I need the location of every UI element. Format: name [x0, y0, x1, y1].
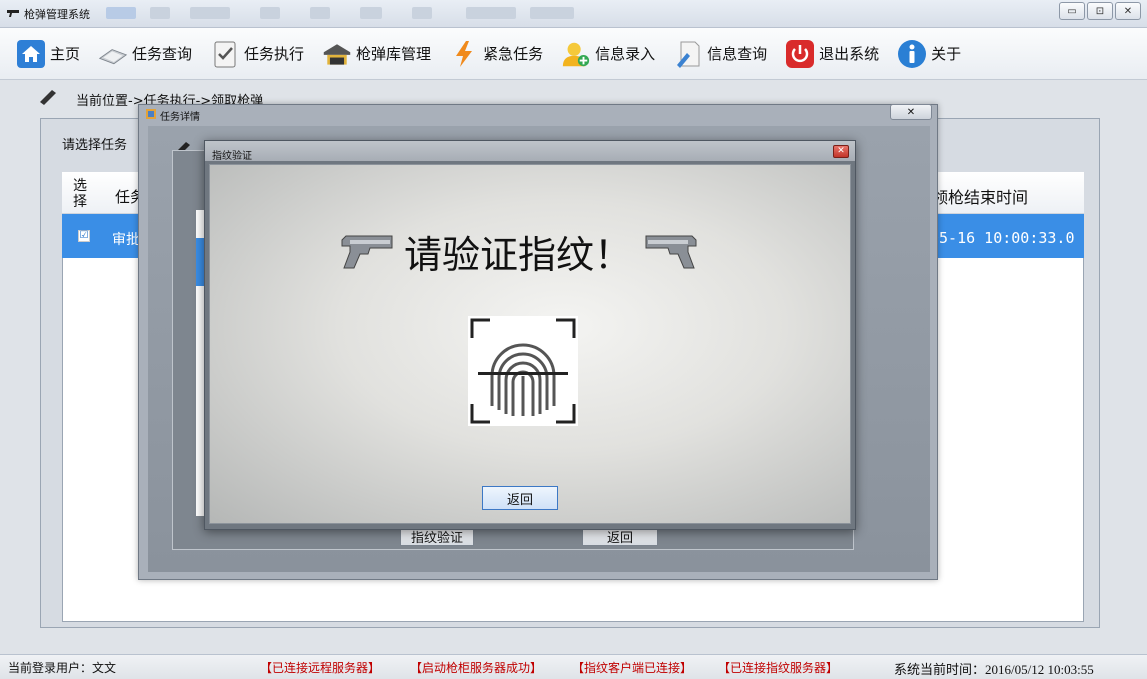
fingerprint-dialog-title: 指纹验证 — [212, 151, 252, 162]
blurred-tab — [150, 7, 170, 19]
status-remote-server: 【已连接远程服务器】 — [260, 661, 381, 675]
toolbar-armory[interactable]: 枪弹库管理 — [322, 39, 431, 69]
row-task-cell: 审批 — [112, 232, 140, 248]
close-window-button[interactable]: ✕ — [1115, 2, 1141, 20]
column-header-end-time[interactable]: 领枪结束时间 — [932, 184, 1028, 208]
pistol-icon — [330, 232, 394, 276]
gun-icon — [38, 88, 58, 110]
toolbar-label: 退出系统 — [819, 45, 880, 63]
toolbar-info-query[interactable]: 信息查询 — [673, 39, 767, 69]
gun-logo-icon — [6, 8, 20, 21]
toolbar-label: 紧急任务 — [483, 45, 544, 63]
fingerprint-back-button[interactable]: 返回 — [482, 486, 558, 510]
blurred-tab — [106, 7, 136, 19]
toolbar-about[interactable]: 关于 — [897, 39, 961, 69]
task-detail-title: 任务详情 — [160, 112, 200, 123]
info-icon — [897, 39, 927, 69]
toolbar-task-execute[interactable]: 任务执行 — [210, 39, 304, 69]
toolbar-label: 关于 — [931, 45, 962, 63]
dialog-icon — [146, 109, 156, 122]
blurred-tab — [466, 7, 516, 19]
document-search-icon — [673, 39, 703, 69]
row-end-time-cell: 05-16 10:00:33.0 — [930, 229, 1075, 247]
power-icon — [785, 39, 815, 69]
minimize-button[interactable]: ▭ — [1059, 2, 1085, 20]
toolbar-home[interactable]: 主页 — [16, 39, 80, 69]
toolbar-exit[interactable]: 退出系统 — [785, 39, 879, 69]
status-system-time: 系统当前时间：2016/05/12 10:03:55 — [894, 662, 1094, 677]
toolbar-label: 枪弹库管理 — [356, 45, 432, 63]
toolbar-label: 任务执行 — [244, 45, 305, 63]
fingerprint-titlebar — [205, 141, 855, 161]
task-detail-close-button[interactable]: ✕ — [890, 104, 932, 120]
toolbar-label: 信息录入 — [595, 45, 656, 63]
window-title: 枪弹管理系统 — [24, 8, 90, 21]
fingerprint-icon — [468, 316, 578, 426]
toolbar-info-entry[interactable]: 信息录入 — [561, 39, 655, 69]
toolbar-label: 任务查询 — [132, 45, 193, 63]
toolbar-task-search[interactable]: 任务查询 — [98, 39, 192, 69]
select-task-label: 请选择任务 — [62, 138, 128, 153]
window-controls: ▭ ⊡ ✕ — [1059, 2, 1141, 20]
lightning-icon — [449, 39, 479, 69]
maximize-button[interactable]: ⊡ — [1087, 2, 1113, 20]
main-toolbar: 主页 任务查询 任务执行 枪弹库管理 紧急任务 信息录入 信息查询 退出系统 关… — [0, 28, 1147, 80]
blurred-tab — [260, 7, 280, 19]
pistol-icon — [644, 232, 708, 276]
toolbar-emergency[interactable]: 紧急任务 — [449, 39, 543, 69]
blurred-tab — [190, 7, 230, 19]
column-header-select[interactable]: 选择 — [70, 178, 90, 210]
fingerprint-close-button[interactable]: ✕ — [833, 145, 849, 158]
status-cabinet-server: 【启动枪柜服务器成功】 — [410, 661, 543, 675]
home-icon — [16, 39, 46, 69]
status-bar: 当前登录用户：文文 【已连接远程服务器】 【启动枪柜服务器成功】 【指纹客户端已… — [0, 654, 1147, 679]
toolbar-label: 主页 — [50, 45, 81, 63]
toolbar-label: 信息查询 — [707, 45, 768, 63]
task-execute-icon — [210, 39, 240, 69]
app-title: 枪弹管理系统 — [6, 6, 90, 22]
status-fingerprint-server: 【已连接指纹服务器】 — [718, 661, 839, 675]
fingerprint-heading: 请验证指纹！ — [404, 233, 633, 277]
title-bar: 枪弹管理系统 ▭ ⊡ ✕ — [0, 0, 1147, 28]
user-add-icon — [561, 39, 591, 69]
blurred-tab — [412, 7, 432, 19]
row-checkbox[interactable]: ☑ — [78, 230, 90, 242]
status-fingerprint-client: 【指纹客户端已连接】 — [572, 661, 693, 675]
blurred-tab — [530, 7, 574, 19]
blurred-tab — [310, 7, 330, 19]
status-current-user: 当前登录用户：文文 — [8, 661, 117, 675]
task-search-icon — [98, 39, 128, 69]
blurred-tab — [360, 7, 382, 19]
task-detail-titlebar: 任务详情 — [146, 108, 200, 123]
armory-icon — [322, 39, 352, 69]
